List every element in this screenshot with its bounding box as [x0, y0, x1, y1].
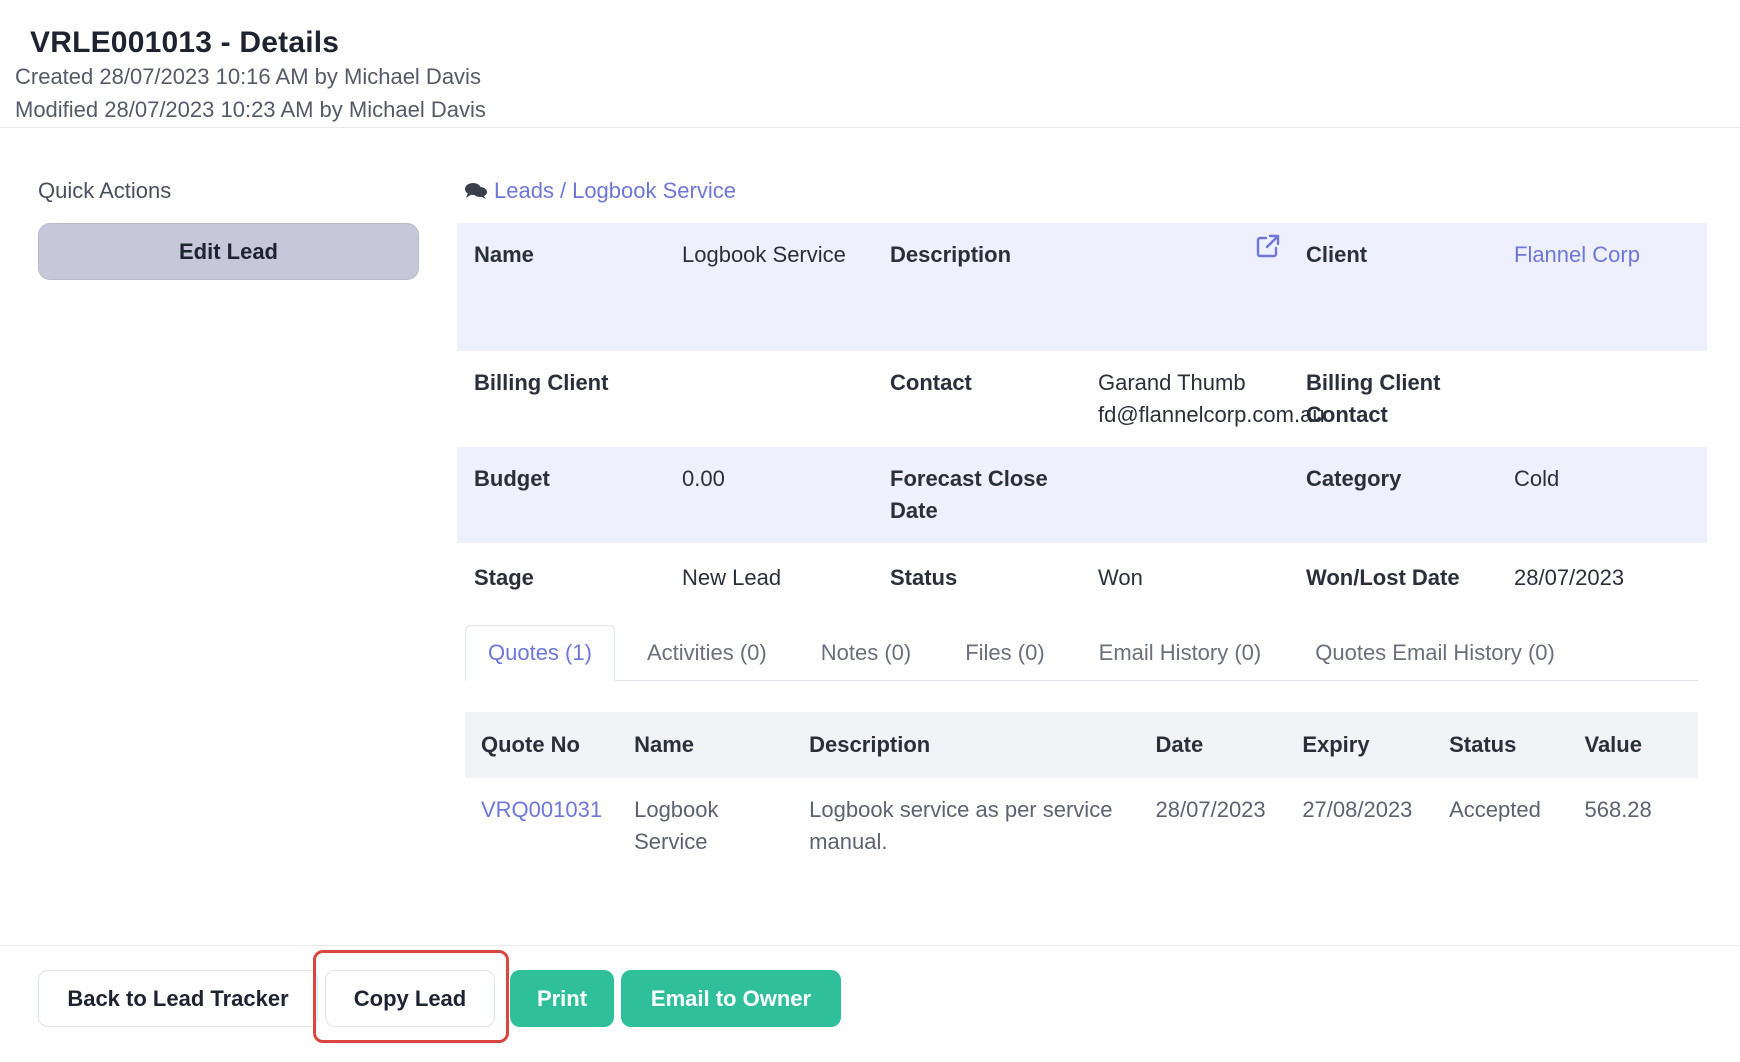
name-label: Name — [474, 242, 534, 267]
column-header-value[interactable]: Value — [1568, 712, 1698, 778]
tab-files[interactable]: Files (0) — [943, 625, 1066, 681]
category-label: Category — [1306, 466, 1402, 491]
back-to-lead-tracker-button[interactable]: Back to Lead Tracker — [38, 970, 318, 1027]
table-header-row: Quote No Name Description Date Expiry St… — [465, 712, 1698, 778]
status-value: Won — [1098, 565, 1143, 590]
details-row-name: Name Logbook Service Description Client … — [457, 223, 1707, 351]
breadcrumb-leads-link[interactable]: Leads — [494, 178, 554, 204]
lead-tabs: Quotes (1) Activities (0) Notes (0) File… — [465, 625, 1698, 681]
column-header-status[interactable]: Status — [1433, 712, 1569, 778]
tab-quotes[interactable]: Quotes (1) — [465, 625, 615, 681]
quote-value: 568.28 — [1584, 797, 1652, 822]
details-row-billing: Billing Client Contact Garand Thumb fd@f… — [457, 351, 1707, 447]
quote-number-link[interactable]: VRQ001031 — [465, 778, 618, 874]
forecast-close-date-label: Forecast Close Date — [890, 466, 1048, 523]
breadcrumb-current: Logbook Service — [572, 178, 736, 203]
quote-date: 28/07/2023 — [1155, 797, 1266, 822]
tab-quotes-email-history[interactable]: Quotes Email History (0) — [1293, 625, 1577, 681]
tab-email-history[interactable]: Email History (0) — [1077, 625, 1284, 681]
page-title: VRLE001013 - Details — [30, 26, 340, 59]
contact-label: Contact — [890, 370, 972, 395]
budget-label: Budget — [474, 466, 550, 491]
footer-divider — [0, 945, 1740, 946]
status-label: Status — [890, 565, 958, 590]
page-header: VRLE001013 - Details Created 28/07/2023 … — [0, 0, 1740, 128]
category-value: Cold — [1514, 466, 1560, 491]
quote-expiry: 27/08/2023 — [1302, 797, 1413, 822]
quote-description: Logbook service as per service manual. — [809, 797, 1113, 854]
chat-bubbles-icon — [465, 183, 487, 199]
tab-notes[interactable]: Notes (0) — [799, 625, 933, 681]
copy-lead-button[interactable]: Copy Lead — [325, 970, 495, 1027]
created-info: Created 28/07/2023 10:16 AM by Michael D… — [15, 64, 481, 89]
quick-actions-label: Quick Actions — [38, 178, 172, 203]
client-label: Client — [1306, 242, 1368, 267]
table-row[interactable]: VRQ001031 Logbook Service Logbook servic… — [465, 778, 1698, 874]
won-lost-date-value: 28/07/2023 — [1514, 565, 1625, 590]
email-to-owner-button[interactable]: Email to Owner — [621, 970, 841, 1027]
modified-info: Modified 28/07/2023 10:23 AM by Michael … — [15, 97, 486, 122]
edit-lead-button[interactable]: Edit Lead — [38, 223, 419, 280]
quote-status: Accepted — [1449, 797, 1541, 822]
budget-value: 0.00 — [682, 466, 725, 491]
billing-client-contact-label: Billing Client Contact — [1306, 370, 1441, 427]
details-row-stage: Stage New Lead Status Won Won/Lost Date … — [457, 543, 1707, 613]
column-header-description[interactable]: Description — [793, 712, 1140, 778]
won-lost-date-label: Won/Lost Date — [1306, 565, 1460, 590]
lead-details-grid: Name Logbook Service Description Client … — [457, 223, 1707, 613]
tab-activities[interactable]: Activities (0) — [625, 625, 789, 681]
print-button[interactable]: Print — [510, 970, 614, 1027]
billing-client-label: Billing Client — [474, 370, 609, 395]
stage-value: New Lead — [682, 565, 782, 590]
column-header-quote-no[interactable]: Quote No — [465, 712, 619, 778]
stage-label: Stage — [474, 565, 534, 590]
quote-name: Logbook Service — [634, 797, 719, 854]
column-header-date[interactable]: Date — [1139, 712, 1287, 778]
name-value: Logbook Service — [682, 242, 846, 267]
column-header-name[interactable]: Name — [618, 712, 794, 778]
details-row-budget: Budget 0.00 Forecast Close Date Category… — [457, 447, 1707, 543]
description-label: Description — [890, 242, 1012, 267]
quotes-table: Quote No Name Description Date Expiry St… — [465, 712, 1698, 874]
column-header-expiry[interactable]: Expiry — [1286, 712, 1434, 778]
breadcrumb: Leads / Logbook Service — [464, 178, 736, 204]
client-link[interactable]: Flannel Corp — [1514, 239, 1640, 271]
breadcrumb-separator: / — [559, 178, 567, 203]
external-link-icon[interactable] — [1255, 233, 1281, 259]
